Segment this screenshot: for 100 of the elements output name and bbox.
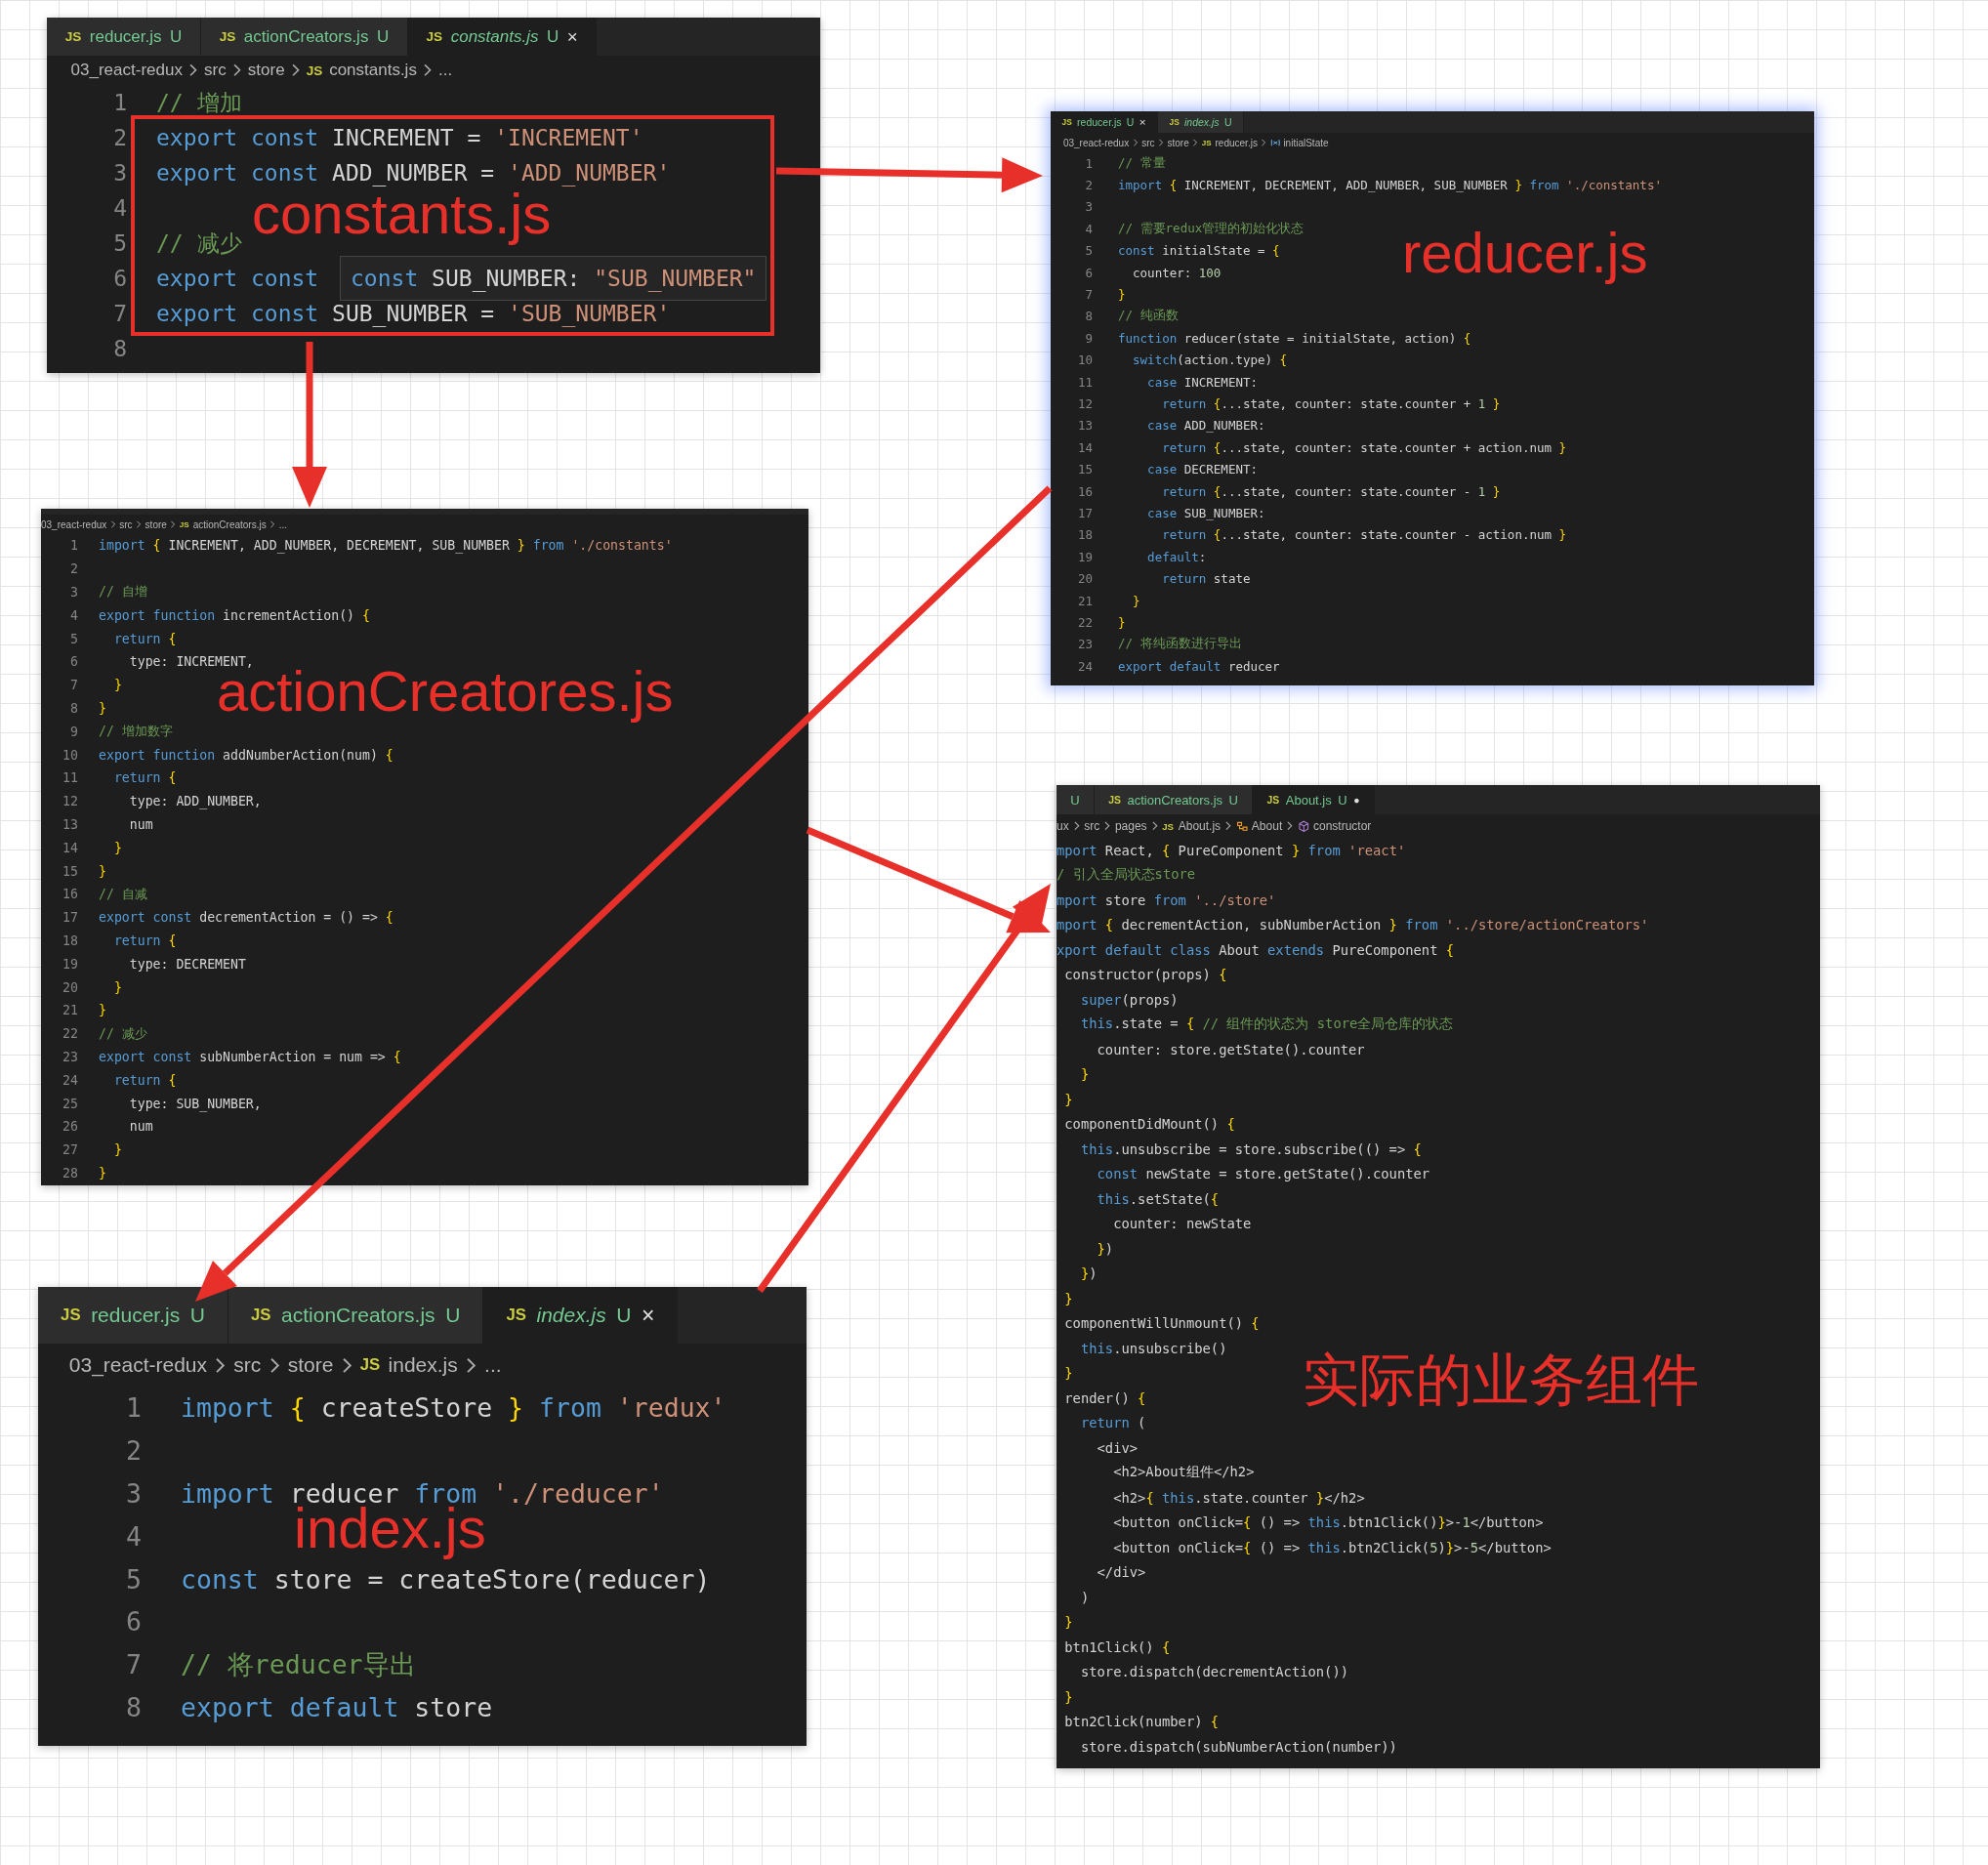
line-number: 4 [125,1520,143,1552]
code-line: type: DECREMENT [128,956,246,972]
hover-tooltip: const SUB_NUMBER: "SUB_NUMBER" [340,256,767,301]
breadcrumb-item[interactable]: ... [484,1353,502,1377]
code-line: export const SUB_NUMBER = 'SUB_NUMBER' [156,301,671,326]
editor-tab[interactable]: JS index.js U × [483,1287,679,1344]
code-line: return { [112,631,177,646]
breadcrumb-item[interactable]: 03_react-redux [1062,137,1130,148]
line-number: 1 [69,538,79,554]
code-line: this.setState({ [1096,1190,1220,1207]
code-line: import { INCREMENT, DECREMENT, ADD_NUMBER, SUB_NUMBER } from './constants' [1118,178,1662,193]
code-line: // 将纯函数进行导出 [1118,636,1242,653]
annotation-label: 实际的业务组件 [1303,1351,1699,1408]
code-line: }) [1079,1265,1098,1282]
line-number: 4 [1084,221,1094,236]
line-number: 15 [1076,462,1094,477]
code-line: export default reducer [1118,658,1280,674]
breadcrumb-item[interactable]: reducer.js [1215,137,1258,148]
code-line: import { createStore } from 'redux' [181,1392,726,1424]
breadcrumb-item[interactable]: 03_react-redux [68,1353,208,1377]
code-line: counter: 100 [1132,265,1222,280]
breadcrumb-item[interactable]: store [247,61,285,80]
line-number: 3 [125,1478,143,1509]
code-line: // 纯函数 [1118,308,1179,325]
line-number: 23 [1076,637,1094,652]
code-line: case INCREMENT: [1146,374,1258,390]
close-icon[interactable]: × [1139,116,1146,128]
code-line: } [1118,614,1126,630]
line-number: 1 [125,1392,143,1424]
code-line: // 增加 [156,88,242,117]
code-line: / 引入全局状态store [1056,866,1196,885]
breadcrumb-item[interactable]: About.js [1178,819,1222,833]
breadcrumb-item[interactable]: store [287,1353,334,1377]
code-line: function reducer(state = initialState, action) { [1118,330,1471,346]
line-number: 1 [1084,155,1094,171]
line-number: 24 [1076,658,1094,674]
line-number: 16 [62,887,79,902]
line-number: 8 [125,1691,143,1722]
code-line: // 自增 [99,583,147,601]
close-icon[interactable]: × [641,1302,655,1329]
line-number: 14 [1076,439,1094,455]
code-line: // 常量 [1118,154,1166,172]
line-number: 12 [62,794,79,809]
code-line: export const INCREMENT = 'INCREMENT' [156,125,643,150]
code-line: btn2Click(number) { [1063,1714,1220,1730]
breadcrumb-item[interactable]: ux [1056,819,1069,833]
breadcrumb-item[interactable]: constants.js [329,61,417,80]
line-number: 6 [125,1606,143,1637]
breadcrumb-item[interactable]: src [119,518,133,530]
breadcrumb-item[interactable]: ... [438,61,453,80]
editor-tab[interactable]: JS index.js U [1157,111,1244,133]
line-number: 18 [62,932,79,948]
code-line: num [128,816,153,832]
line-number: 15 [62,863,79,879]
editor-tab[interactable]: JS actionCreators.js U [228,1287,484,1344]
editor-tab[interactable]: JS actionCreators.js U [201,18,408,56]
close-icon[interactable]: × [566,25,578,48]
line-number: 2 [69,561,79,577]
breadcrumb-item[interactable]: src [233,1353,262,1377]
line-number: 8 [69,700,79,716]
line-number: 27 [62,1142,79,1158]
editor-tab[interactable]: JS reducer.js U × [1051,111,1158,133]
breadcrumb-item[interactable]: initialState [1283,137,1329,148]
line-number: 5 [112,230,128,256]
line-number: 3 [112,160,128,186]
chevron-icon [135,520,144,528]
breadcrumb-item[interactable]: src [204,61,227,80]
editor-tab[interactable]: JS reducer.js U [38,1287,228,1344]
variable-icon [1269,137,1281,148]
breadcrumb-item[interactable]: src [1141,137,1155,148]
breadcrumb-item[interactable]: index.js [388,1353,458,1377]
code-line: num [128,1119,153,1135]
code-line: export const ADD_NUMBER = 'ADD_NUMBER' [156,160,671,186]
component-icon [1235,819,1249,833]
editor-tab[interactable]: JS actionCreators.js U [1095,785,1254,814]
line-number: 6 [69,654,79,670]
line-number: 4 [69,607,79,623]
line-number: 19 [62,956,79,972]
breadcrumb-item[interactable]: constructor [1313,819,1372,833]
breadcrumb-item[interactable]: 03_react-redux [41,518,107,530]
code-line: type: ADD_NUMBER, [128,794,262,809]
breadcrumb-item[interactable]: 03_react-redux [70,61,183,80]
editor-tab[interactable]: JS constants.js U × [407,18,598,56]
editor-tab[interactable]: U [1056,785,1095,814]
breadcrumb-item[interactable]: store [145,518,167,530]
line-number: 6 [1084,265,1094,280]
editor-tab[interactable]: JS reducer.js U [47,18,201,56]
line-number: 26 [62,1119,79,1135]
editor-tab[interactable]: JS About.js U ● [1253,785,1375,814]
code-line: this.unsubscribe = store.subscribe(() => { [1079,1140,1422,1157]
code-line: type: SUB_NUMBER, [128,1096,262,1111]
breadcrumb-item[interactable]: ... [278,518,287,530]
breadcrumb-item[interactable]: pages [1114,819,1147,833]
breadcrumb-item[interactable]: store [1167,137,1189,148]
line-number: 11 [1076,374,1094,390]
breadcrumb-item[interactable]: actionCreators.js [192,518,267,530]
breadcrumb-item[interactable]: src [1084,819,1100,833]
breadcrumb-item[interactable]: About [1251,819,1283,833]
code-line: } [99,700,106,716]
js-file-icon: JS [359,1355,381,1375]
